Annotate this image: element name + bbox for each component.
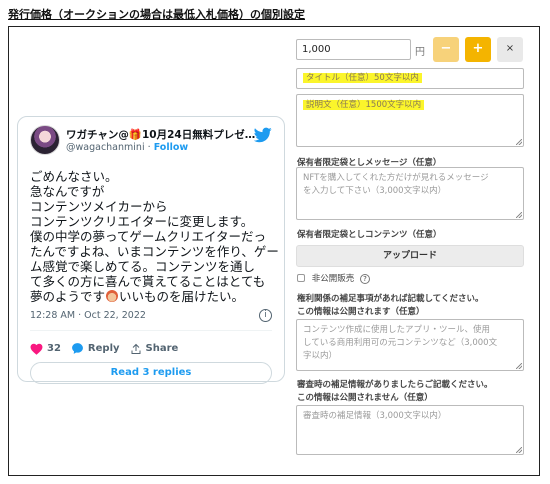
tweet-header: ワガチャン@🎁10月24日無料プレゼント... @wagachanmini · … [30, 125, 272, 157]
placeholder-line: 審査時の補足情報（3,000文字以内） [303, 411, 447, 421]
placeholder-line: 字以内） [303, 351, 338, 361]
tweet-line: 僕の中学の夢ってゲームクリエイターだっ [30, 229, 267, 244]
review-info-label: 審査時の補足情報がありましたらご記載ください。 [297, 380, 493, 390]
close-button[interactable]: × [497, 37, 523, 62]
review-textarea[interactable]: 審査時の補足情報（3,000文字以内） [296, 405, 524, 455]
description-placeholder: 説明文（任意）1500文字以内 [303, 100, 425, 110]
rights-info-label: 権利関係の補足事項があれば記載してください。 [297, 294, 484, 304]
tweet-handle[interactable]: @wagachanmini [66, 142, 145, 153]
page-title: 発行価格（オークションの場合は最低入札価格）の個別設定 [8, 8, 305, 21]
title-input[interactable]: タイトル（任意）50文字以内 [296, 68, 524, 89]
share-label: Share [145, 343, 179, 354]
rights-textarea[interactable]: コンテンツ作成に使用したアプリ・ツール、使用 している商用利用可の元コンテンツな… [296, 319, 524, 371]
reply-label: Reply [87, 343, 120, 354]
resize-handle-icon[interactable] [516, 447, 522, 453]
tweet-line: コンテンツクリエイターに変更します。 [30, 214, 254, 229]
follow-link[interactable]: Follow [154, 142, 188, 153]
reply-action[interactable]: Reply [71, 342, 120, 355]
help-icon[interactable]: ? [359, 274, 370, 284]
rights-public-note: この情報は公開されます（任意） [297, 307, 425, 317]
avatar[interactable] [30, 125, 60, 155]
private-sale-row: 非公開販売 ? [297, 272, 370, 284]
tweet-handle-line: @wagachanmini · Follow [66, 142, 188, 153]
tweet-display-name[interactable]: ワガチャン@🎁10月24日無料プレゼント... [66, 127, 261, 142]
title-placeholder: タイトル（任意）50文字以内 [303, 73, 422, 83]
price-input[interactable]: 1,000 [296, 39, 411, 60]
review-private-note: この情報は公開されません（任意） [297, 393, 433, 403]
tweet-actions: 32 Reply Share [30, 330, 272, 358]
placeholder-line: NFTを購入してくれた方だけが見れるメッセージ [303, 173, 489, 183]
tweet-line-part: いいものを届けたい。 [119, 289, 245, 304]
likes-count: 32 [47, 343, 61, 354]
tweet-line: 夢のようです いいものを届けたい。 [30, 289, 272, 304]
currency-label: 円 [415, 47, 425, 58]
tweet-text: ごめんなさい。 急なんですが コンテンツメイカーから コンテンツクリエイターに変… [30, 169, 279, 304]
private-sale-label[interactable]: 非公開販売 [312, 274, 355, 284]
holder-message-textarea[interactable]: NFTを購入してくれた方だけが見れるメッセージ を入力して下さい（3,000文字… [296, 167, 524, 220]
like-action[interactable]: 32 [30, 343, 61, 355]
description-textarea[interactable]: 説明文（任意）1500文字以内 [296, 94, 524, 147]
holder-content-label: 保有者限定袋としコンテンツ（任意） [297, 230, 442, 240]
twitter-bird-icon[interactable] [254, 127, 272, 143]
tweet-line: コンテンツメイカーから [30, 199, 168, 214]
upload-button[interactable]: アップロード [296, 245, 524, 267]
info-icon[interactable]: i [259, 309, 272, 322]
tweet-timestamp[interactable]: 12:28 AM · Oct 22, 2022 [30, 310, 146, 321]
decrease-price-button[interactable]: − [433, 37, 459, 62]
resize-handle-icon[interactable] [516, 139, 522, 145]
tweet-line: たんですよね、いまコンテンツを作り、ゲー [30, 244, 279, 259]
person-emoji-icon [106, 290, 119, 302]
tweet-line: ごめんなさい。 [30, 169, 118, 184]
share-action[interactable]: Share [130, 343, 179, 355]
placeholder-line: している商用利用可の元コンテンツなど（3,000文 [303, 338, 498, 348]
handle-separator: · [147, 142, 151, 153]
tweet-meta: 12:28 AM · Oct 22, 2022 i [30, 309, 272, 326]
private-sale-checkbox[interactable] [297, 274, 305, 282]
tweet-line-part: 夢のようです [30, 289, 106, 304]
heart-icon [30, 343, 43, 355]
resize-handle-icon[interactable] [516, 212, 522, 218]
share-icon [131, 343, 141, 354]
tweet-line: ム感覚で楽しめてる。コンテンツを通し [30, 259, 256, 274]
increase-price-button[interactable]: + [465, 37, 491, 62]
resize-handle-icon[interactable] [516, 363, 522, 369]
placeholder-line: を入力して下さい（3,000文字以内） [303, 186, 447, 196]
reply-bubble-icon [72, 343, 83, 354]
embedded-tweet: ワガチャン@🎁10月24日無料プレゼント... @wagachanmini · … [17, 116, 285, 384]
tweet-line: て多くの方に喜んで貰えてることはとても [30, 274, 266, 289]
tweet-line: 急なんですが [30, 184, 105, 199]
placeholder-line: コンテンツ作成に使用したアプリ・ツール、使用 [303, 325, 491, 335]
read-replies-button[interactable]: Read 3 replies [30, 362, 272, 384]
